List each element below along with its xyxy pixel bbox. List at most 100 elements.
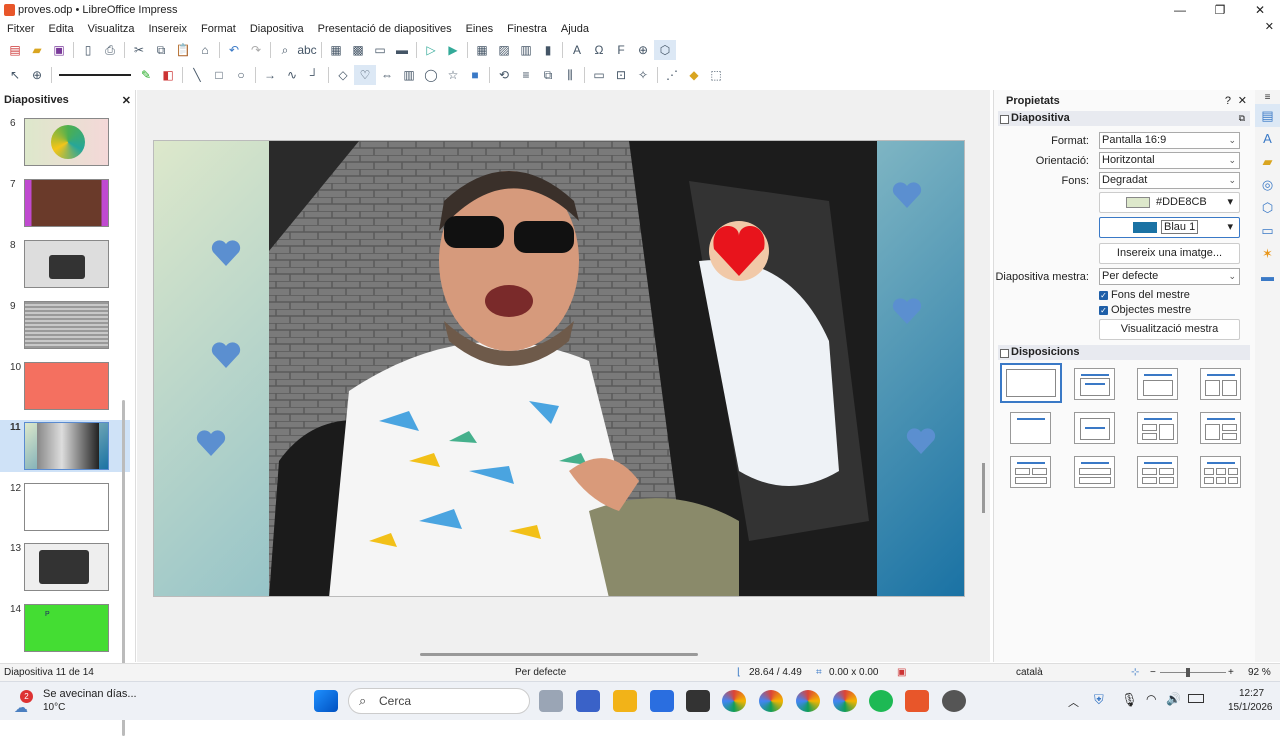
spotify-icon[interactable] — [869, 690, 893, 712]
slide-transition-deck-icon[interactable]: ▭ — [1255, 219, 1280, 242]
menu-visualitza[interactable]: Visualitza — [81, 23, 142, 35]
layout-title-6content[interactable] — [1200, 456, 1241, 488]
connector-icon[interactable]: ┘ — [303, 65, 325, 85]
show-draw-functions-icon[interactable]: ⬡ — [654, 40, 676, 60]
styles-deck-icon[interactable]: A — [1255, 127, 1280, 150]
shadow-icon[interactable]: ▭ — [588, 65, 610, 85]
layout-title-content-over[interactable] — [1074, 456, 1115, 488]
navigator-deck-icon[interactable]: ◎ — [1255, 173, 1280, 196]
volume-icon[interactable]: 🔊 — [1166, 692, 1181, 706]
block-arrows-icon[interactable]: ⇔ — [376, 65, 398, 85]
security-icon[interactable]: ⛨ — [1094, 692, 1104, 708]
document-modified-icon[interactable]: ▣ — [897, 667, 906, 678]
clone-format-icon[interactable]: ⌂ — [194, 40, 216, 60]
arrow-icon[interactable]: → — [259, 65, 281, 85]
heart-shape[interactable] — [195, 429, 227, 457]
slide-thumb-11[interactable]: 11 — [0, 420, 130, 472]
symbol-shapes-icon[interactable]: ♡ — [354, 65, 376, 85]
slide-thumb-12[interactable]: 12 — [0, 483, 130, 533]
menu-format[interactable]: Format — [194, 23, 243, 35]
layout-title-only[interactable] — [1010, 412, 1051, 444]
app-icon[interactable] — [576, 690, 600, 712]
display-views-icon[interactable]: ▭ — [369, 40, 391, 60]
gradient-color1-picker[interactable]: #DDE8CB ▾ — [1099, 192, 1240, 213]
toggle-extrusion-icon[interactable]: ⬚ — [705, 65, 727, 85]
slide-thumb-9[interactable]: 9 — [0, 301, 130, 351]
layout-title-content[interactable] — [1074, 368, 1115, 400]
select-icon[interactable]: ↖ — [4, 65, 26, 85]
heart-shape[interactable] — [210, 239, 242, 267]
redo-icon[interactable]: ↷ — [245, 40, 267, 60]
clock-date[interactable]: 15/1/2026 — [1228, 702, 1273, 713]
battery-icon[interactable] — [1188, 694, 1204, 703]
ellipse-icon[interactable]: ○ — [230, 65, 252, 85]
heart-shape[interactable] — [891, 297, 923, 325]
hyperlink-icon[interactable]: ⊕ — [632, 40, 654, 60]
chrome-icon[interactable] — [759, 690, 783, 712]
section-layouts[interactable]: Disposicions — [998, 345, 1250, 360]
stars-icon[interactable]: ☆ — [442, 65, 464, 85]
curve-icon[interactable]: ∿ — [281, 65, 303, 85]
file-explorer-icon[interactable] — [613, 690, 637, 712]
menu-icon[interactable]: ≡ — [1255, 90, 1280, 104]
callout-icon[interactable]: ◯ — [420, 65, 442, 85]
layout-title-2content-content[interactable] — [1137, 412, 1178, 444]
open-icon[interactable]: ▰ — [26, 40, 48, 60]
maximize-button[interactable]: ❐ — [1200, 0, 1240, 20]
new-icon[interactable]: ▤ — [4, 40, 26, 60]
slide-thumb-8[interactable]: 8 — [0, 240, 130, 290]
line-style-icon[interactable] — [59, 74, 131, 76]
store-icon[interactable] — [650, 690, 674, 712]
app-icon[interactable] — [942, 690, 966, 712]
cut-icon[interactable]: ✂ — [128, 40, 150, 60]
line-color-icon[interactable]: ✎ — [135, 65, 157, 85]
heart-shape[interactable] — [905, 427, 937, 455]
minimize-button[interactable]: — — [1160, 0, 1200, 20]
layout-title-4content[interactable] — [1137, 456, 1178, 488]
chrome-icon[interactable] — [796, 690, 820, 712]
zoom-icon[interactable]: ⊕ — [26, 65, 48, 85]
fontwork-icon[interactable]: F — [610, 40, 632, 60]
glue-icon[interactable]: ◆ — [683, 65, 705, 85]
media-icon[interactable]: ▥ — [515, 40, 537, 60]
close-pane-icon[interactable]: ✕ — [122, 94, 131, 107]
language-status[interactable]: català — [1016, 667, 1043, 678]
gradient-color2-picker[interactable]: Blau 1 ▾ — [1099, 217, 1240, 238]
3d-objects-icon[interactable]: ■ — [464, 65, 486, 85]
close-sidebar-icon[interactable]: ✕ — [1238, 94, 1247, 107]
heart-shape[interactable] — [210, 341, 242, 369]
crop-icon[interactable]: ⊡ — [610, 65, 632, 85]
layout-blank[interactable] — [1000, 363, 1062, 403]
insert-image-button[interactable]: Insereix una imatge... — [1099, 243, 1240, 264]
zoom-in-icon[interactable]: + — [1228, 667, 1234, 678]
section-slide[interactable]: Diapositiva — [998, 111, 1250, 126]
impress-taskbar-icon[interactable] — [905, 690, 929, 712]
windows-start-icon[interactable] — [314, 690, 338, 712]
zoom-slider-handle[interactable] — [1186, 668, 1190, 677]
menu-diapositiva[interactable]: Diapositiva — [243, 23, 311, 35]
start-first-icon[interactable]: ▷ — [420, 40, 442, 60]
weather-temp[interactable]: 10°C — [43, 702, 65, 713]
chrome-icon[interactable] — [722, 690, 746, 712]
special-char-icon[interactable]: Ω — [588, 40, 610, 60]
menu-fitxer[interactable]: Fitxer — [0, 23, 42, 35]
image-icon[interactable]: ▨ — [493, 40, 515, 60]
filter-icon[interactable]: ✧ — [632, 65, 654, 85]
layout-title-2content-over[interactable] — [1010, 456, 1051, 488]
weather-title[interactable]: Se avecinan días... — [43, 688, 137, 700]
master-slide-icon[interactable]: ▬ — [391, 40, 413, 60]
master-background-checkbox[interactable]: ✓ Fons del mestre — [1099, 289, 1190, 301]
orientation-dropdown[interactable]: Horitzontal ⌄ — [1099, 152, 1240, 169]
undo-icon[interactable]: ↶ — [223, 40, 245, 60]
master-slides-deck-icon[interactable]: ▬ — [1255, 265, 1280, 288]
grid-icon[interactable]: ▦ — [325, 40, 347, 60]
snap-grid-icon[interactable]: ▩ — [347, 40, 369, 60]
animation-deck-icon[interactable]: ✶ — [1255, 242, 1280, 265]
weather-icon[interactable]: 2 ☁ — [14, 690, 36, 715]
fill-color-icon[interactable]: ◧ — [157, 65, 179, 85]
app-icon[interactable] — [686, 690, 710, 712]
export-pdf-icon[interactable]: ▯ — [77, 40, 99, 60]
help-icon[interactable]: ? — [1225, 95, 1231, 107]
current-slide[interactable] — [153, 140, 965, 597]
slide-thumb-13[interactable]: 13 — [0, 543, 130, 593]
